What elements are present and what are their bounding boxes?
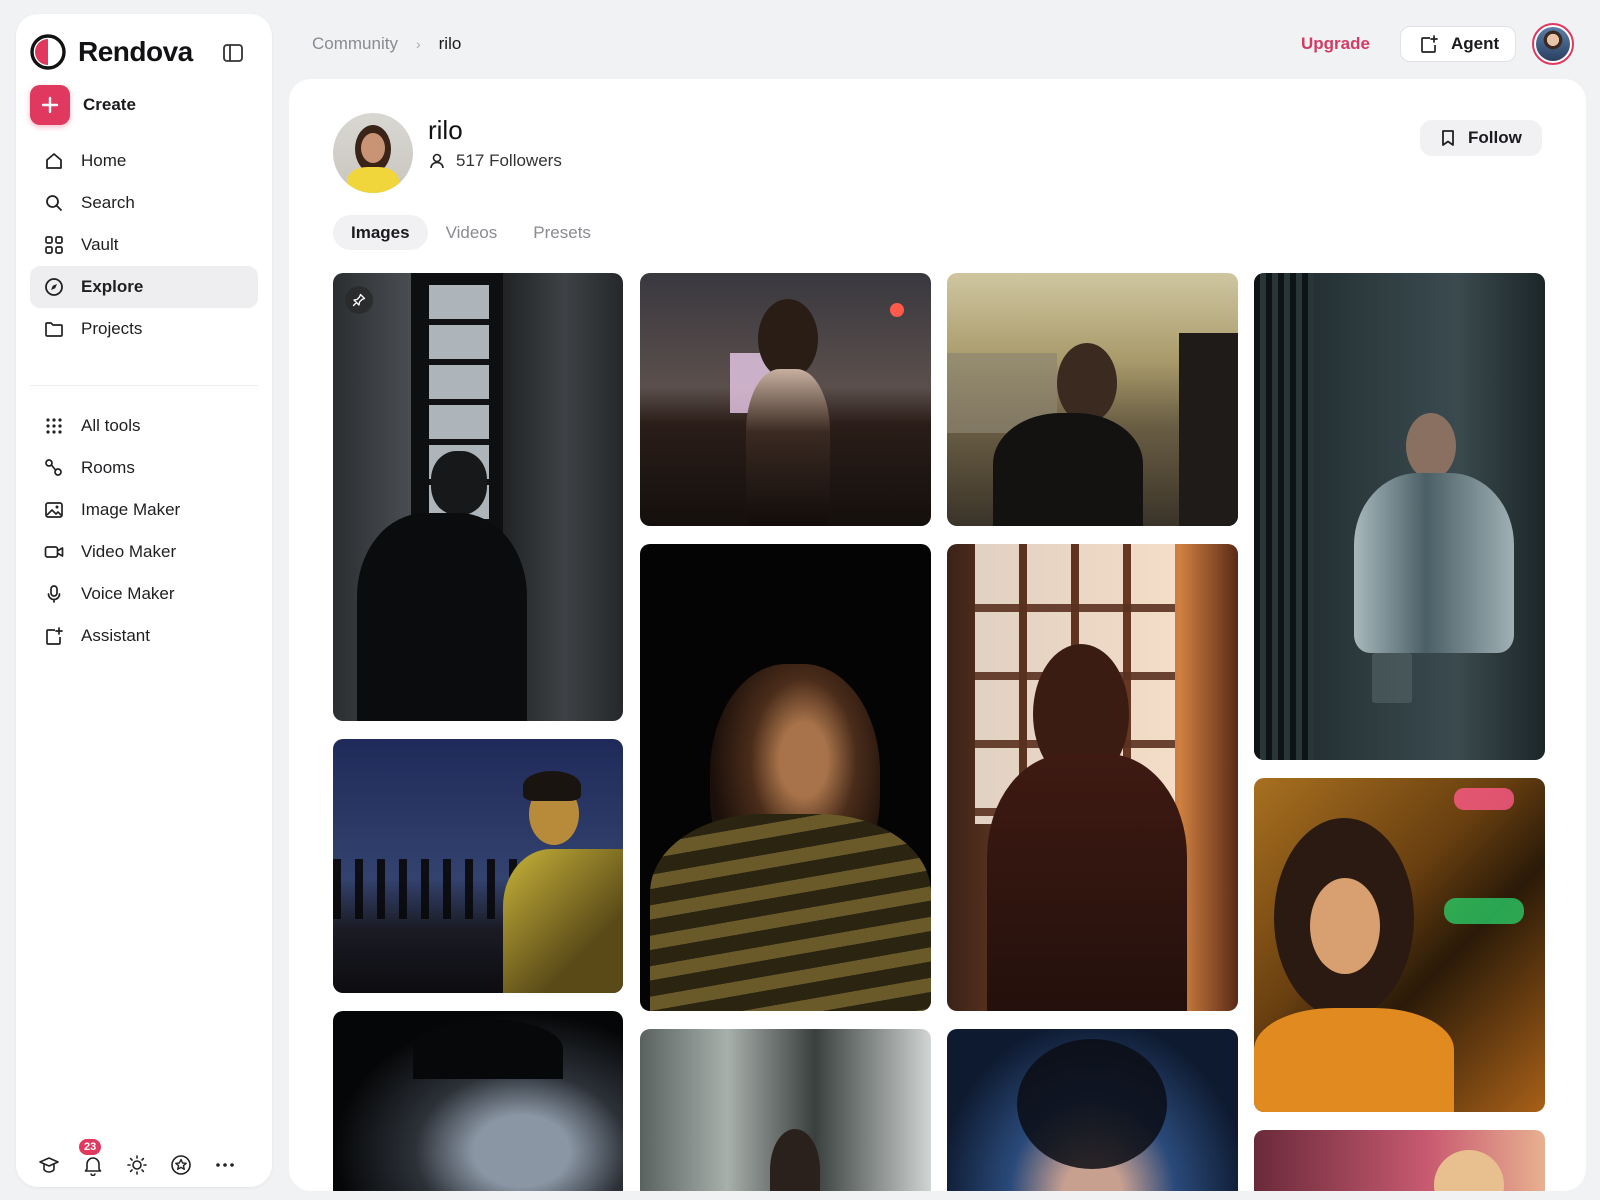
gallery-image[interactable] bbox=[1254, 273, 1545, 760]
dots-grid-icon bbox=[43, 415, 65, 437]
gallery-image[interactable] bbox=[640, 1029, 931, 1191]
sun-icon[interactable] bbox=[126, 1154, 148, 1176]
more-icon[interactable] bbox=[214, 1154, 236, 1176]
assistant-icon bbox=[43, 625, 65, 647]
mic-icon bbox=[43, 583, 65, 605]
agent-button[interactable]: Agent bbox=[1400, 26, 1516, 62]
video-icon bbox=[43, 541, 65, 563]
gallery-image[interactable] bbox=[1254, 1130, 1545, 1191]
discord-icon[interactable] bbox=[170, 1154, 192, 1176]
follow-label: Follow bbox=[1468, 128, 1522, 147]
sidebar-item-label: Search bbox=[81, 193, 135, 212]
notifications-bell-icon[interactable]: 23 bbox=[79, 1139, 104, 1176]
sidebar-item-explore[interactable]: Explore bbox=[30, 266, 258, 308]
sidebar-footer: 23 bbox=[38, 1139, 258, 1176]
user-avatar[interactable] bbox=[1532, 23, 1574, 65]
sidebar-item-label: Explore bbox=[81, 277, 144, 296]
upgrade-link[interactable]: Upgrade bbox=[1301, 34, 1370, 54]
agent-label: Agent bbox=[1451, 34, 1500, 53]
sidebar-item-home[interactable]: Home bbox=[30, 140, 258, 182]
sidebar: Rendova Create Home Search Vault Explore bbox=[16, 14, 272, 1187]
sidebar-item-voice-maker[interactable]: Voice Maker bbox=[30, 573, 258, 615]
pin-icon[interactable] bbox=[345, 286, 373, 314]
sidebar-item-rooms[interactable]: Rooms bbox=[30, 447, 258, 489]
sidebar-item-projects[interactable]: Projects bbox=[30, 308, 258, 350]
breadcrumb: Community › rilo bbox=[312, 34, 461, 54]
tools-nav: All tools Rooms Image Maker Video Maker … bbox=[30, 405, 258, 657]
compass-icon bbox=[43, 276, 65, 298]
folder-icon bbox=[43, 318, 65, 340]
notification-badge: 23 bbox=[79, 1139, 102, 1155]
logo-icon bbox=[30, 34, 66, 70]
followers-label: 517 Followers bbox=[456, 151, 562, 170]
sidebar-item-label: Vault bbox=[81, 235, 119, 254]
profile-avatar bbox=[333, 113, 413, 193]
sidebar-item-label: All tools bbox=[81, 416, 141, 435]
gallery-image[interactable] bbox=[333, 273, 623, 721]
grid-icon bbox=[43, 234, 65, 256]
gallery-image[interactable] bbox=[947, 273, 1238, 526]
search-icon bbox=[43, 192, 65, 214]
logo[interactable]: Rendova bbox=[30, 34, 193, 70]
gallery-image[interactable] bbox=[947, 1029, 1238, 1191]
sidebar-item-all-tools[interactable]: All tools bbox=[30, 405, 258, 447]
bookmark-icon bbox=[1442, 130, 1454, 146]
sidebar-item-search[interactable]: Search bbox=[30, 182, 258, 224]
primary-nav: Home Search Vault Explore Projects bbox=[30, 140, 258, 350]
rooms-icon bbox=[43, 457, 65, 479]
profile-name: rilo bbox=[428, 115, 463, 145]
sidebar-item-label: Voice Maker bbox=[81, 584, 175, 603]
sidebar-item-assistant[interactable]: Assistant bbox=[30, 615, 258, 657]
sidebar-item-label: Image Maker bbox=[81, 500, 181, 519]
tab-images[interactable]: Images bbox=[333, 215, 428, 250]
sidebar-item-vault[interactable]: Vault bbox=[30, 224, 258, 266]
gallery-image[interactable] bbox=[640, 273, 931, 526]
home-icon bbox=[43, 150, 65, 172]
image-icon bbox=[43, 499, 65, 521]
sidebar-item-label: Home bbox=[81, 151, 127, 170]
breadcrumb-current: rilo bbox=[438, 34, 462, 53]
sidebar-item-image-maker[interactable]: Image Maker bbox=[30, 489, 258, 531]
tab-videos[interactable]: Videos bbox=[428, 215, 516, 250]
chevron-right-icon: › bbox=[415, 36, 421, 52]
gallery-image[interactable] bbox=[333, 739, 623, 993]
gallery-image[interactable] bbox=[640, 544, 931, 1011]
sidebar-item-label: Rooms bbox=[81, 458, 135, 477]
content-tabs: Images Videos Presets bbox=[333, 215, 609, 250]
sidebar-item-label: Video Maker bbox=[81, 542, 177, 561]
create-label: Create bbox=[83, 95, 136, 114]
sidebar-item-label: Projects bbox=[81, 319, 143, 338]
sidebar-item-label: Assistant bbox=[81, 626, 150, 645]
graduation-cap-icon[interactable] bbox=[38, 1154, 60, 1176]
tab-presets[interactable]: Presets bbox=[515, 215, 609, 250]
sidebar-divider bbox=[30, 385, 258, 386]
profile-page: rilo 517 Followers Follow Images Videos … bbox=[289, 79, 1586, 1191]
breadcrumb-community[interactable]: Community bbox=[312, 34, 398, 54]
user-icon bbox=[430, 153, 444, 169]
gallery-image[interactable] bbox=[333, 1011, 623, 1191]
follow-button[interactable]: Follow bbox=[1420, 120, 1542, 156]
assistant-icon bbox=[1421, 35, 1438, 53]
sidebar-item-video-maker[interactable]: Video Maker bbox=[30, 531, 258, 573]
plus-icon bbox=[30, 85, 70, 125]
follower-count: 517 Followers bbox=[428, 151, 562, 171]
create-button[interactable]: Create bbox=[30, 85, 136, 125]
app-name: Rendova bbox=[78, 36, 193, 67]
gallery-image[interactable] bbox=[947, 544, 1238, 1011]
gallery-image[interactable] bbox=[1254, 778, 1545, 1112]
sidebar-toggle-icon[interactable] bbox=[222, 42, 244, 64]
